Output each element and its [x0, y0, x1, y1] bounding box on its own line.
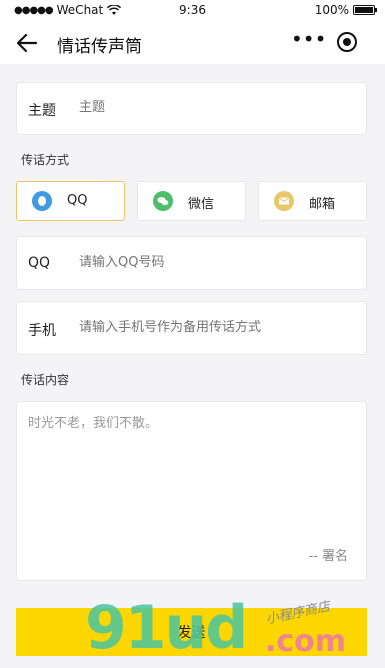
content-textarea[interactable]: 时光不老，我们不散。 -- 署名 [16, 401, 367, 581]
subject-input[interactable] [79, 100, 349, 115]
page-title: 情话传声筒 [57, 37, 142, 57]
signature-field[interactable]: -- 署名 [308, 545, 348, 564]
method-section-label: 传话方式 [21, 153, 70, 167]
mail-icon [274, 191, 294, 211]
content-placeholder: 时光不老，我们不散。 [28, 416, 159, 431]
qq-icon [32, 191, 52, 211]
wechat-icon [153, 191, 173, 211]
phone-label: 手机 [28, 323, 56, 339]
more-options-icon[interactable]: ••• [291, 29, 326, 52]
subject-card: 主题 [16, 82, 367, 135]
status-right: 100% [314, 3, 377, 17]
battery-icon [353, 5, 377, 15]
method-label-wechat: 微信 [188, 197, 215, 212]
back-arrow-icon[interactable] [14, 30, 40, 56]
method-option-qq[interactable]: QQ [16, 181, 125, 221]
phone-input[interactable] [79, 320, 359, 335]
status-bar: ●●●●● WeChat 9:36 100% [0, 0, 385, 22]
send-button[interactable]: 发送 [16, 608, 367, 656]
close-capsule-icon[interactable] [337, 32, 357, 52]
phone-card: 手机 [16, 301, 367, 355]
qq-label: QQ [28, 255, 51, 271]
subject-label: 主题 [28, 103, 56, 119]
nav-bar: 情话传声筒 ••• [0, 22, 385, 64]
method-option-wechat[interactable]: 微信 [137, 181, 246, 221]
method-option-mail[interactable]: 邮箱 [258, 181, 367, 221]
method-label-qq: QQ [67, 193, 88, 208]
content-section-label: 传话内容 [21, 373, 70, 387]
battery-percent: 100% [314, 3, 349, 17]
qq-card: QQ [16, 236, 367, 290]
qq-input[interactable] [79, 255, 349, 270]
method-label-mail: 邮箱 [309, 197, 336, 212]
